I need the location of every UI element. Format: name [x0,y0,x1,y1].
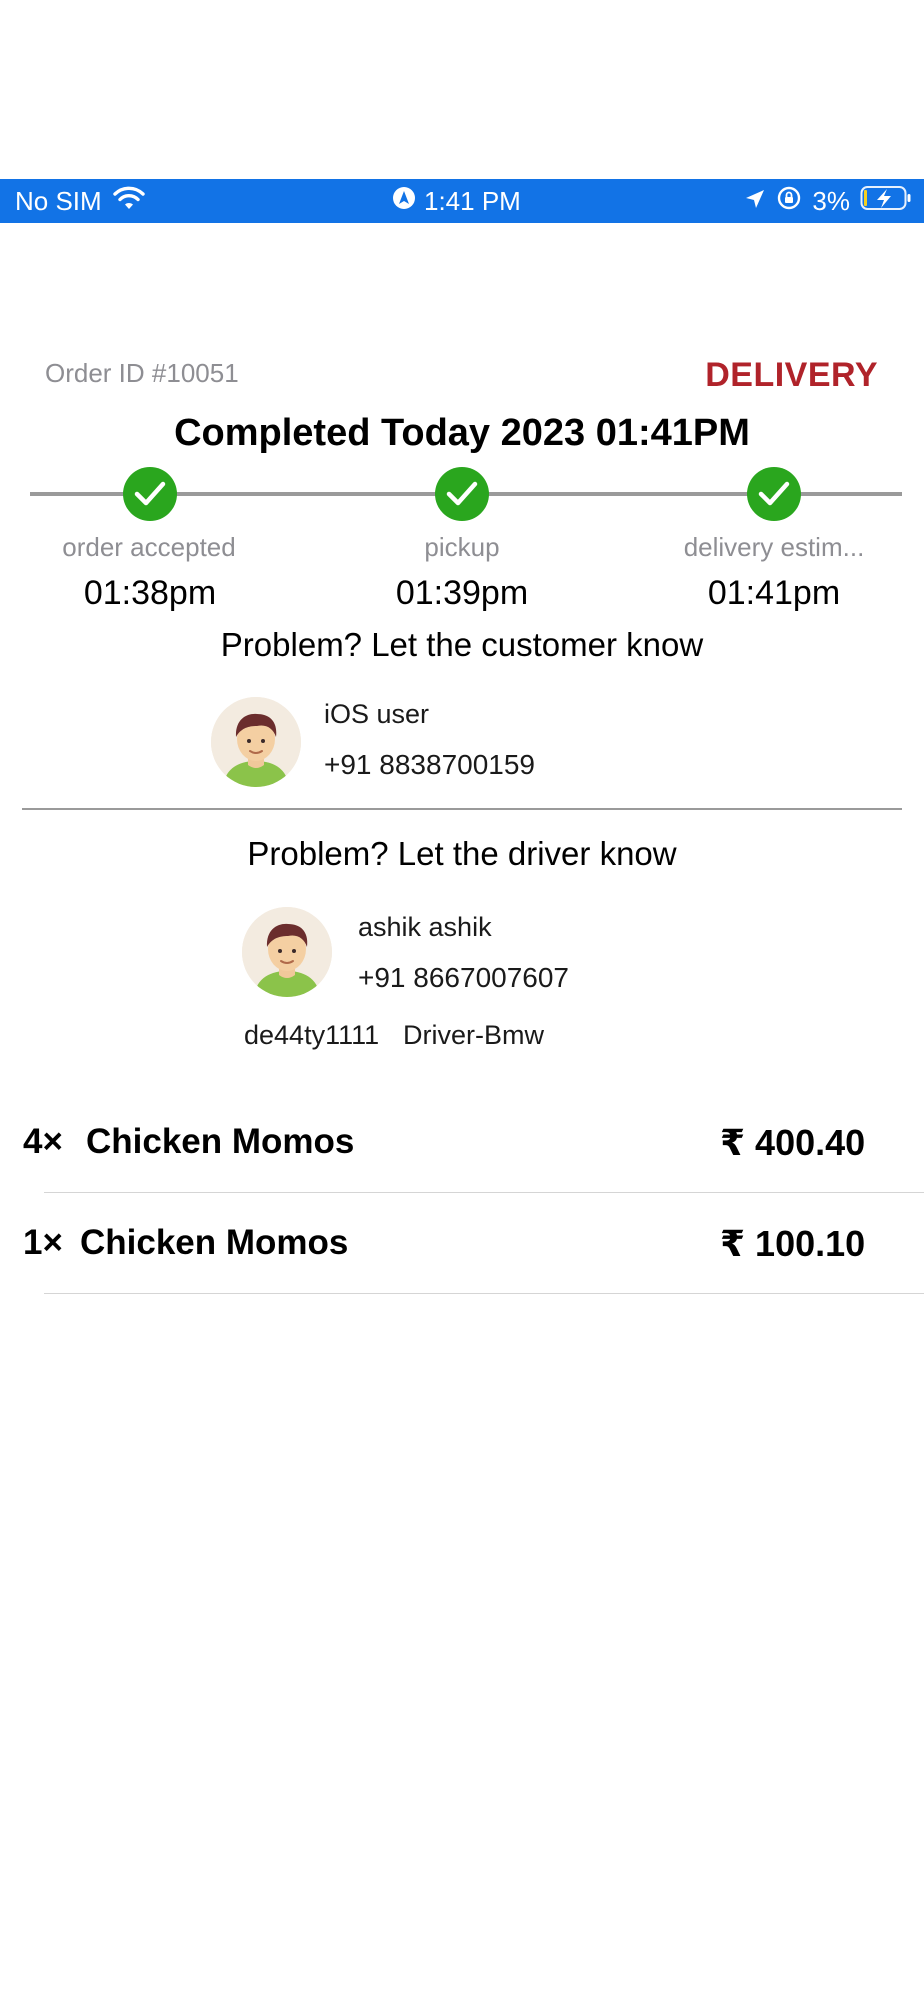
section-divider [22,808,902,810]
order-accepted-check-icon [123,467,177,521]
status-bar: No SIM 1:41 PM 3% [0,179,924,223]
item-separator [44,1192,924,1193]
customer-problem-heading: Problem? Let the customer know [220,626,704,663]
delivery-check-icon [747,467,801,521]
orientation-lock-icon [776,185,802,218]
timeline-step-time: 01:41pm [707,574,841,612]
timeline-step-time: 01:38pm [83,574,217,612]
driver-problem-heading: Problem? Let the driver know [247,835,677,872]
order-id-label: Order ID #10051 [45,358,239,388]
order-completed-title: Completed Today 2023 01:41PM [174,412,750,454]
item-name: Chicken Momos [80,1223,349,1262]
battery-charging-icon [860,185,912,218]
item-price: ₹ 100.10 [720,1223,866,1264]
clock-label: 1:41 PM [424,185,521,216]
battery-percent: 3% [812,185,850,216]
driver-avatar[interactable] [242,907,332,997]
item-quantity: 1× [23,1223,63,1262]
timeline-step-label: pickup [424,532,500,562]
customer-phone-link[interactable]: +91 8838700159 [324,749,535,781]
location-arrow-icon [744,186,766,217]
driver-name: ashik ashik [358,912,492,942]
vehicle-number: de44ty1111 [244,1020,380,1050]
timeline-step-label: delivery estim... [683,532,865,562]
item-name: Chicken Momos [86,1122,355,1161]
carrier-label: No SIM [15,185,102,216]
vehicle-name: Driver-Bmw [403,1020,544,1050]
item-price: ₹ 400.40 [720,1122,866,1163]
wifi-icon [112,185,146,218]
location-sharing-icon [392,186,416,217]
item-separator [44,1293,924,1294]
order-type-badge: DELIVERY [705,356,878,394]
pickup-check-icon [435,467,489,521]
customer-avatar[interactable] [211,697,301,787]
driver-phone-link[interactable]: +91 8667007607 [358,962,569,994]
item-quantity: 4× [23,1122,63,1161]
timeline-step-label: order accepted [62,532,236,562]
timeline-step-time: 01:39pm [395,574,529,612]
customer-name: iOS user [324,699,430,729]
